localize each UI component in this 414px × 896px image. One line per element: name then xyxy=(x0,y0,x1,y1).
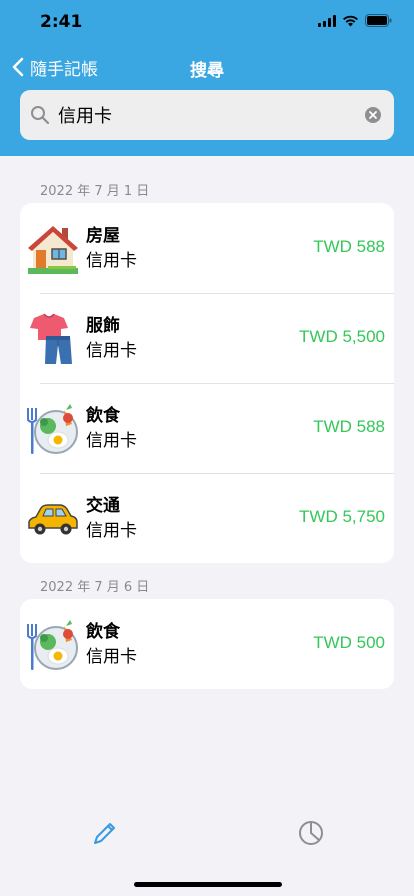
transaction-category: 飲食 xyxy=(86,406,120,426)
section-date: 2022 年 7 月 6 日 xyxy=(40,580,150,595)
cellular-signal-icon xyxy=(318,14,336,27)
transaction-amount: TWD 5,500 xyxy=(299,327,385,346)
transaction-payment: 信用卡 xyxy=(86,431,137,451)
search-bar[interactable]: 信用卡 xyxy=(20,90,394,140)
car-icon xyxy=(28,504,78,535)
transaction-amount: TWD 500 xyxy=(313,633,385,652)
section-date: 2022 年 7 月 1 日 xyxy=(40,184,150,199)
transaction-payment: 信用卡 xyxy=(86,341,137,361)
transaction-row[interactable]: 飲食 信用卡 TWD 500 xyxy=(20,599,394,689)
transaction-payment: 信用卡 xyxy=(86,251,137,271)
food-icon xyxy=(27,620,78,670)
battery-icon xyxy=(365,14,392,27)
transaction-payment: 信用卡 xyxy=(86,647,137,667)
clothing-icon xyxy=(30,313,72,364)
pencil-icon[interactable] xyxy=(90,818,120,848)
transaction-payment: 信用卡 xyxy=(86,521,137,541)
search-input[interactable]: 信用卡 xyxy=(58,102,364,128)
transaction-amount: TWD 588 xyxy=(313,237,385,256)
food-icon xyxy=(27,404,78,454)
wifi-icon xyxy=(343,15,358,26)
page-title: 搜尋 xyxy=(190,61,224,81)
transaction-category: 飲食 xyxy=(86,622,120,642)
status-icons xyxy=(318,14,392,27)
transaction-card: 房屋 信用卡 TWD 588 服飾 信用卡 TWD 5,500 飲食 信用卡 T… xyxy=(20,203,394,563)
clear-search-icon[interactable] xyxy=(364,106,382,124)
status-time: 2:41 xyxy=(40,12,83,32)
transaction-category: 房屋 xyxy=(86,226,120,246)
transaction-row[interactable]: 飲食 信用卡 TWD 588 xyxy=(20,383,394,473)
transaction-card: 飲食 信用卡 TWD 500 xyxy=(20,599,394,689)
transaction-category: 服飾 xyxy=(86,316,120,336)
search-icon xyxy=(31,106,50,125)
transaction-row[interactable]: 交通 信用卡 TWD 5,750 xyxy=(20,473,394,563)
transaction-row[interactable]: 房屋 信用卡 TWD 588 xyxy=(20,203,394,293)
transaction-amount: TWD 5,750 xyxy=(299,507,385,526)
transaction-row[interactable]: 服飾 信用卡 TWD 5,500 xyxy=(20,293,394,383)
house-icon xyxy=(28,226,78,274)
header: 2:41 隨手記帳 搜尋 信用卡 xyxy=(0,0,414,156)
transaction-amount: TWD 588 xyxy=(313,417,385,436)
home-indicator xyxy=(134,882,282,887)
transaction-category: 交通 xyxy=(86,496,120,516)
pie-chart-icon[interactable] xyxy=(296,818,326,848)
